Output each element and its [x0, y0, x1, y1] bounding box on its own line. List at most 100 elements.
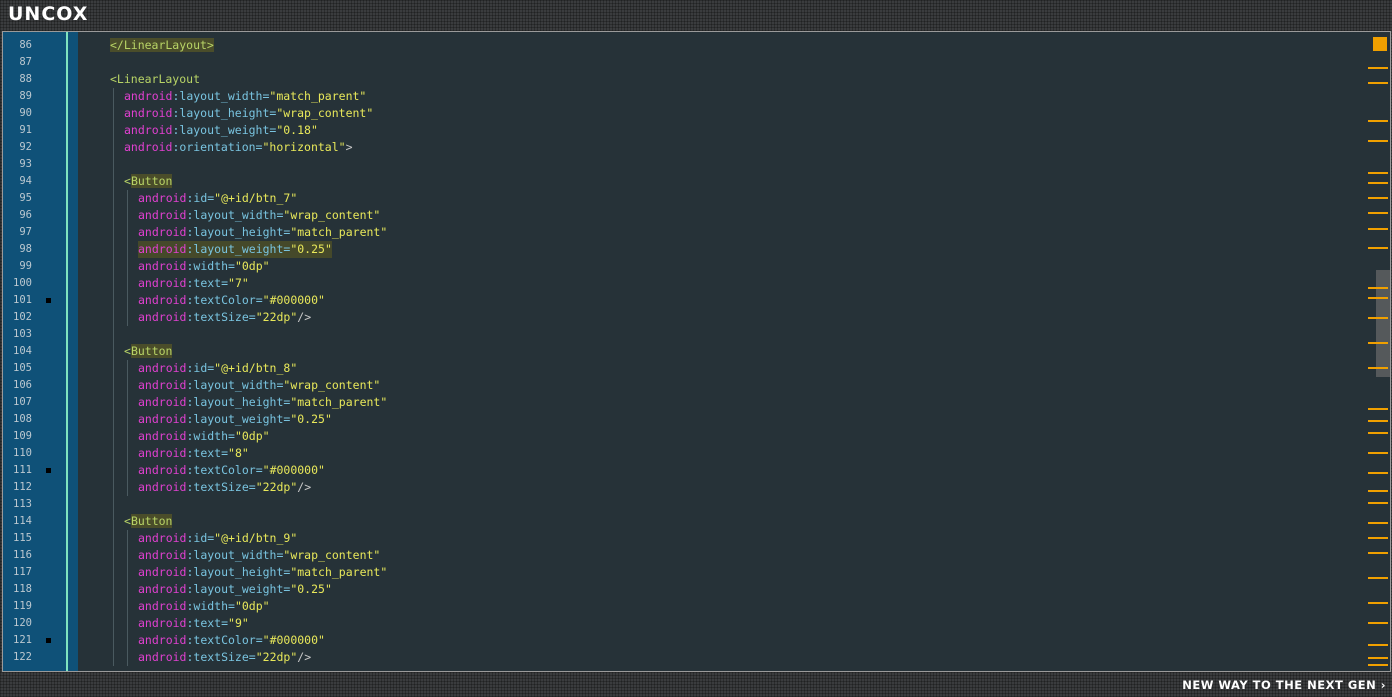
- line-number[interactable]: 86: [3, 37, 32, 54]
- overview-marker[interactable]: [1368, 420, 1388, 422]
- line-number[interactable]: 89: [3, 88, 32, 105]
- code-text[interactable]: android:textSize="22dp"/>: [138, 479, 311, 496]
- overview-marker[interactable]: [1368, 82, 1388, 84]
- code-line[interactable]: 122 android:textSize="22dp"/>: [3, 649, 1363, 666]
- code-line[interactable]: 96 android:layout_width="wrap_content": [3, 207, 1363, 224]
- overview-marker[interactable]: [1368, 502, 1388, 504]
- overview-marker[interactable]: [1368, 228, 1388, 230]
- code-line[interactable]: 101 android:textColor="#000000": [3, 292, 1363, 309]
- line-number[interactable]: 91: [3, 122, 32, 139]
- code-text[interactable]: android:orientation="horizontal">: [124, 139, 353, 156]
- overview-marker[interactable]: [1368, 490, 1388, 492]
- line-number[interactable]: 87: [3, 54, 32, 71]
- code-text[interactable]: android:layout_width="match_parent": [124, 88, 366, 105]
- overview-marker[interactable]: [1368, 408, 1388, 410]
- overview-marker[interactable]: [1368, 120, 1388, 122]
- code-text[interactable]: android:textColor="#000000": [138, 292, 325, 309]
- code-line[interactable]: 111 android:textColor="#000000": [3, 462, 1363, 479]
- code-line[interactable]: 100 android:text="7": [3, 275, 1363, 292]
- code-line[interactable]: 93: [3, 156, 1363, 173]
- overview-marker[interactable]: [1368, 657, 1388, 659]
- line-number[interactable]: 106: [3, 377, 32, 394]
- code-text[interactable]: <Button: [124, 343, 173, 360]
- code-text[interactable]: android:layout_height="match_parent": [138, 394, 387, 411]
- overview-marker[interactable]: [1368, 212, 1388, 214]
- line-number[interactable]: 109: [3, 428, 32, 445]
- overview-marker[interactable]: [1368, 537, 1388, 539]
- overview-marker[interactable]: [1368, 644, 1388, 646]
- line-number[interactable]: 102: [3, 309, 32, 326]
- code-text[interactable]: android:textSize="22dp"/>: [138, 309, 311, 326]
- overview-marker[interactable]: [1368, 297, 1388, 299]
- code-line[interactable]: 98 android:layout_weight="0.25": [3, 241, 1363, 258]
- line-number[interactable]: 100: [3, 275, 32, 292]
- overview-marker[interactable]: [1368, 67, 1388, 69]
- overview-marker[interactable]: [1368, 182, 1388, 184]
- code-line[interactable]: 104 <Button: [3, 343, 1363, 360]
- code-line[interactable]: 109 android:width="0dp": [3, 428, 1363, 445]
- code-text[interactable]: android:layout_width="wrap_content": [138, 547, 380, 564]
- breakpoint-marker-icon[interactable]: [46, 638, 51, 643]
- overview-marker[interactable]: [1368, 472, 1388, 474]
- line-number[interactable]: 92: [3, 139, 32, 156]
- code-line[interactable]: 113: [3, 496, 1363, 513]
- line-number[interactable]: 108: [3, 411, 32, 428]
- line-number[interactable]: 95: [3, 190, 32, 207]
- line-number[interactable]: 93: [3, 156, 32, 173]
- line-number[interactable]: 114: [3, 513, 32, 530]
- code-text[interactable]: android:id="@+id/btn_9": [138, 530, 297, 547]
- line-number[interactable]: 119: [3, 598, 32, 615]
- code-line[interactable]: 94 <Button: [3, 173, 1363, 190]
- overview-marker[interactable]: [1368, 452, 1388, 454]
- line-number[interactable]: 104: [3, 343, 32, 360]
- line-number[interactable]: 112: [3, 479, 32, 496]
- code-text[interactable]: android:layout_weight="0.18": [124, 122, 318, 139]
- code-text[interactable]: android:textColor="#000000": [138, 462, 325, 479]
- overview-marker[interactable]: [1368, 197, 1388, 199]
- line-number[interactable]: 97: [3, 224, 32, 241]
- overview-marker[interactable]: [1368, 342, 1388, 344]
- line-number[interactable]: 101: [3, 292, 32, 309]
- line-number[interactable]: 94: [3, 173, 32, 190]
- code-text[interactable]: android:layout_height="wrap_content": [124, 105, 373, 122]
- code-line[interactable]: 116 android:layout_width="wrap_content": [3, 547, 1363, 564]
- code-line[interactable]: 106 android:layout_width="wrap_content": [3, 377, 1363, 394]
- code-text[interactable]: android:textColor="#000000": [138, 632, 325, 649]
- breakpoint-marker-icon[interactable]: [46, 468, 51, 473]
- overview-marker[interactable]: [1368, 317, 1388, 319]
- code-line[interactable]: 91 android:layout_weight="0.18": [3, 122, 1363, 139]
- code-line[interactable]: 121 android:textColor="#000000": [3, 632, 1363, 649]
- line-number[interactable]: 110: [3, 445, 32, 462]
- line-number[interactable]: 117: [3, 564, 32, 581]
- code-line[interactable]: 120 android:text="9": [3, 615, 1363, 632]
- overview-marker[interactable]: [1368, 522, 1388, 524]
- code-text[interactable]: android:width="0dp": [138, 428, 270, 445]
- overview-marker[interactable]: [1368, 367, 1388, 369]
- line-number[interactable]: 99: [3, 258, 32, 275]
- code-text[interactable]: android:width="0dp": [138, 258, 270, 275]
- code-line[interactable]: 89 android:layout_width="match_parent": [3, 88, 1363, 105]
- code-line[interactable]: 110 android:text="8": [3, 445, 1363, 462]
- overview-marker[interactable]: [1368, 287, 1388, 289]
- line-number[interactable]: 88: [3, 71, 32, 88]
- overview-ruler[interactable]: [1366, 32, 1390, 671]
- code-editor[interactable]: 86 </LinearLayout> 87 88 <LinearLayout 89 andr…: [2, 31, 1391, 672]
- overview-marker[interactable]: [1368, 602, 1388, 604]
- code-text[interactable]: <Button: [124, 173, 173, 190]
- code-line[interactable]: 90 android:layout_height="wrap_content": [3, 105, 1363, 122]
- code-line[interactable]: 118 android:layout_weight="0.25": [3, 581, 1363, 598]
- code-text[interactable]: <Button: [124, 513, 173, 530]
- line-number[interactable]: 105: [3, 360, 32, 377]
- code-text[interactable]: android:layout_weight="0.25": [138, 241, 332, 258]
- code-line[interactable]: 105 android:id="@+id/btn_8": [3, 360, 1363, 377]
- code-line[interactable]: 117 android:layout_height="match_parent": [3, 564, 1363, 581]
- line-number[interactable]: 120: [3, 615, 32, 632]
- line-number[interactable]: 121: [3, 632, 32, 649]
- line-number[interactable]: 115: [3, 530, 32, 547]
- code-text[interactable]: android:text="8": [138, 445, 249, 462]
- code-text[interactable]: android:id="@+id/btn_7": [138, 190, 297, 207]
- overview-marker[interactable]: [1368, 664, 1388, 666]
- code-text[interactable]: android:layout_height="match_parent": [138, 564, 387, 581]
- code-text[interactable]: android:layout_weight="0.25": [138, 411, 332, 428]
- line-number[interactable]: 107: [3, 394, 32, 411]
